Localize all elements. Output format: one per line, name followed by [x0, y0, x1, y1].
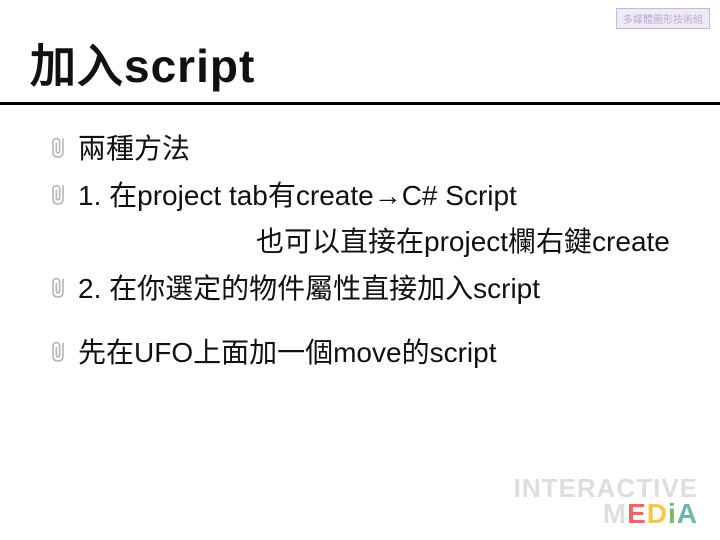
list-item: 1. 在project tab有create→C# Script — [48, 176, 690, 217]
footer-line2: MEDiA — [514, 501, 698, 526]
logo-letter-a: A — [677, 498, 698, 529]
logo-letter-i: i — [668, 498, 677, 529]
paperclip-icon — [48, 275, 68, 304]
list-item: 先在UFO上面加一個move的script — [48, 333, 690, 374]
content-area: 兩種方法 1. 在project tab有create→C# Script 也可… — [0, 105, 720, 374]
header-badge: 多媒體圖形技術組 — [616, 8, 710, 29]
bullet-text: 1. 在project tab有create→C# Script — [78, 176, 517, 217]
title-area: 加入script — [0, 0, 720, 96]
logo-letter-e: E — [627, 498, 647, 529]
paperclip-icon — [48, 339, 68, 368]
bullet-text: 2. 在你選定的物件屬性直接加入script — [78, 269, 540, 310]
bullet-text: 先在UFO上面加一個move的script — [78, 333, 496, 374]
footer-logo: INTERACTIVE MEDiA — [514, 477, 698, 526]
paperclip-icon — [48, 182, 68, 211]
list-item: 兩種方法 — [48, 129, 690, 170]
list-item: 2. 在你選定的物件屬性直接加入script — [48, 269, 690, 310]
indented-text: 也可以直接在project欄右鍵create — [256, 222, 690, 263]
logo-letter-m: M — [603, 498, 627, 529]
bullet-text: 兩種方法 — [78, 129, 190, 170]
paperclip-icon — [48, 135, 68, 164]
logo-letter-d: D — [647, 498, 668, 529]
slide-title: 加入script — [30, 30, 720, 96]
